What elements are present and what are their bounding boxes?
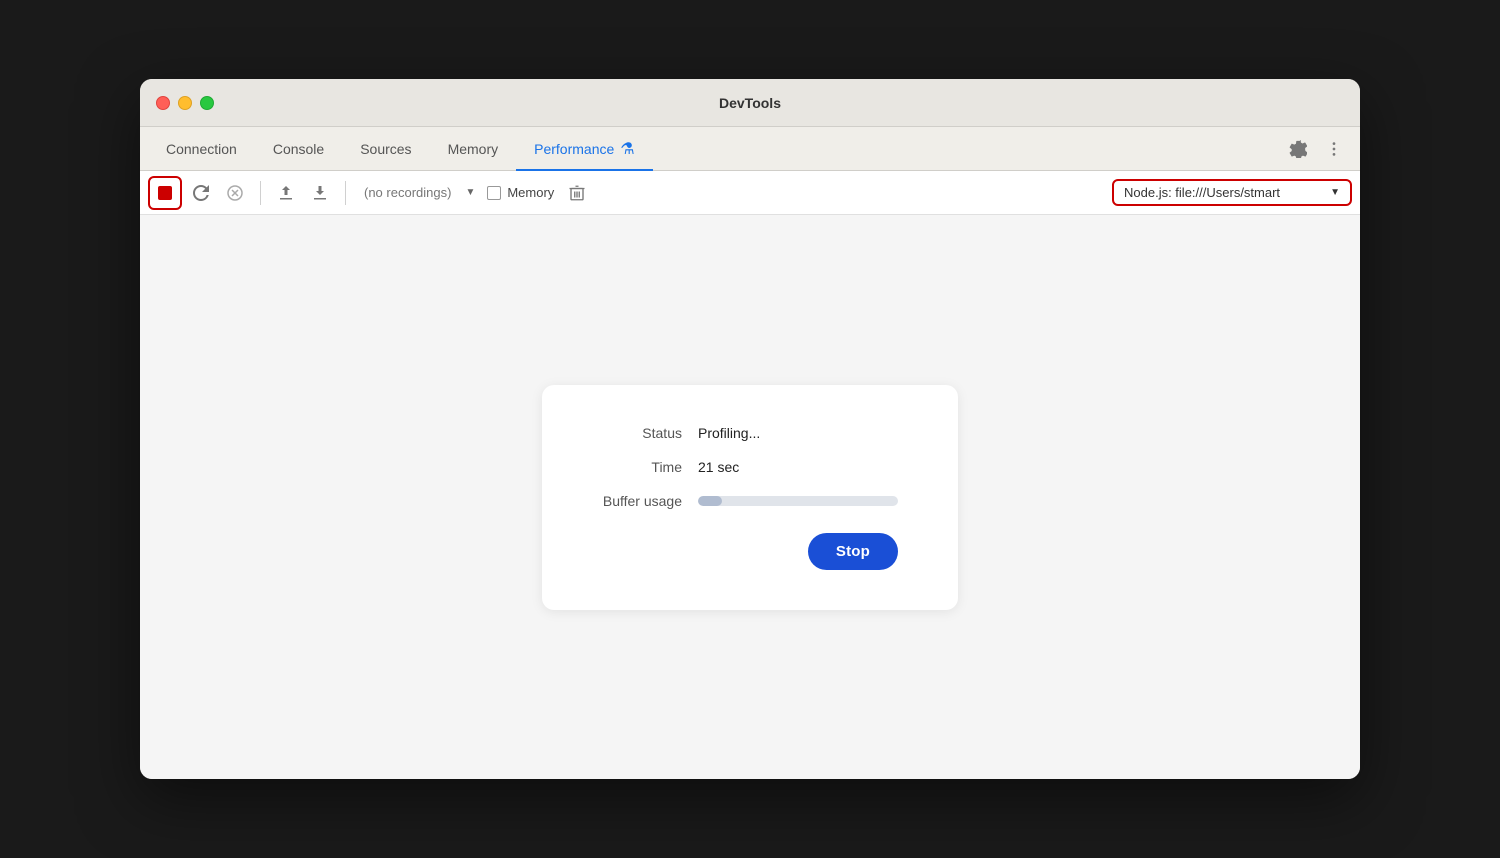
clear-button[interactable]	[220, 178, 250, 208]
tab-connection[interactable]: Connection	[148, 128, 255, 171]
buffer-bar	[698, 496, 898, 506]
refresh-icon	[193, 185, 209, 201]
maximize-button[interactable]	[200, 96, 214, 110]
minimize-button[interactable]	[178, 96, 192, 110]
buffer-row: Buffer usage	[582, 493, 898, 509]
main-content: Status Profiling... Time 21 sec Buffer u…	[140, 215, 1360, 779]
tab-sources[interactable]: Sources	[342, 128, 429, 171]
status-row: Status Profiling...	[582, 425, 898, 441]
node-selector-arrow: ▼	[1330, 187, 1340, 198]
recordings-select-label: (no recordings)	[356, 181, 459, 204]
devtools-window: DevTools Connection Console Sources Memo…	[140, 79, 1360, 779]
tab-performance[interactable]: Performance ⚗	[516, 128, 653, 171]
download-button[interactable]	[305, 178, 335, 208]
title-bar: DevTools	[140, 79, 1360, 127]
buffer-label: Buffer usage	[582, 493, 682, 509]
more-options-button[interactable]	[1320, 135, 1348, 163]
time-label: Time	[582, 459, 682, 475]
recordings-dropdown[interactable]: (no recordings) ▼	[356, 181, 475, 204]
gc-button[interactable]	[562, 178, 592, 208]
upload-button[interactable]	[271, 178, 301, 208]
tab-console[interactable]: Console	[255, 128, 342, 171]
upload-icon	[278, 185, 294, 201]
more-icon	[1325, 140, 1343, 158]
tab-memory[interactable]: Memory	[430, 128, 517, 171]
recordings-dropdown-arrow: ▼	[465, 187, 475, 198]
separator-1	[260, 181, 261, 205]
clear-icon	[227, 185, 243, 201]
memory-label: Memory	[507, 185, 554, 200]
memory-checkbox[interactable]	[487, 186, 501, 200]
stop-button[interactable]: Stop	[808, 533, 898, 570]
separator-2	[345, 181, 346, 205]
memory-checkbox-wrapper[interactable]: Memory	[487, 185, 554, 200]
time-value: 21 sec	[698, 459, 739, 475]
window-title: DevTools	[719, 95, 781, 111]
stop-button-row: Stop	[582, 533, 898, 570]
refresh-button[interactable]	[186, 178, 216, 208]
profiling-card: Status Profiling... Time 21 sec Buffer u…	[542, 385, 958, 610]
gc-icon	[568, 184, 586, 202]
gear-icon	[1289, 140, 1307, 158]
status-value: Profiling...	[698, 425, 760, 441]
node-selector[interactable]: Node.js: file:///Users/stmart ▼	[1112, 179, 1352, 206]
time-row: Time 21 sec	[582, 459, 898, 475]
download-icon	[312, 185, 328, 201]
stop-icon	[158, 186, 172, 200]
tab-bar-actions	[1284, 127, 1352, 170]
status-label: Status	[582, 425, 682, 441]
tab-bar: Connection Console Sources Memory Perfor…	[140, 127, 1360, 171]
node-selector-text: Node.js: file:///Users/stmart	[1124, 185, 1324, 200]
close-button[interactable]	[156, 96, 170, 110]
settings-button[interactable]	[1284, 135, 1312, 163]
toolbar: (no recordings) ▼ Memory Node.js: file:/…	[140, 171, 1360, 215]
performance-icon: ⚗	[620, 139, 634, 159]
buffer-bar-fill	[698, 496, 722, 506]
traffic-lights	[156, 96, 214, 110]
record-button[interactable]	[148, 176, 182, 210]
tab-list: Connection Console Sources Memory Perfor…	[148, 127, 1284, 170]
